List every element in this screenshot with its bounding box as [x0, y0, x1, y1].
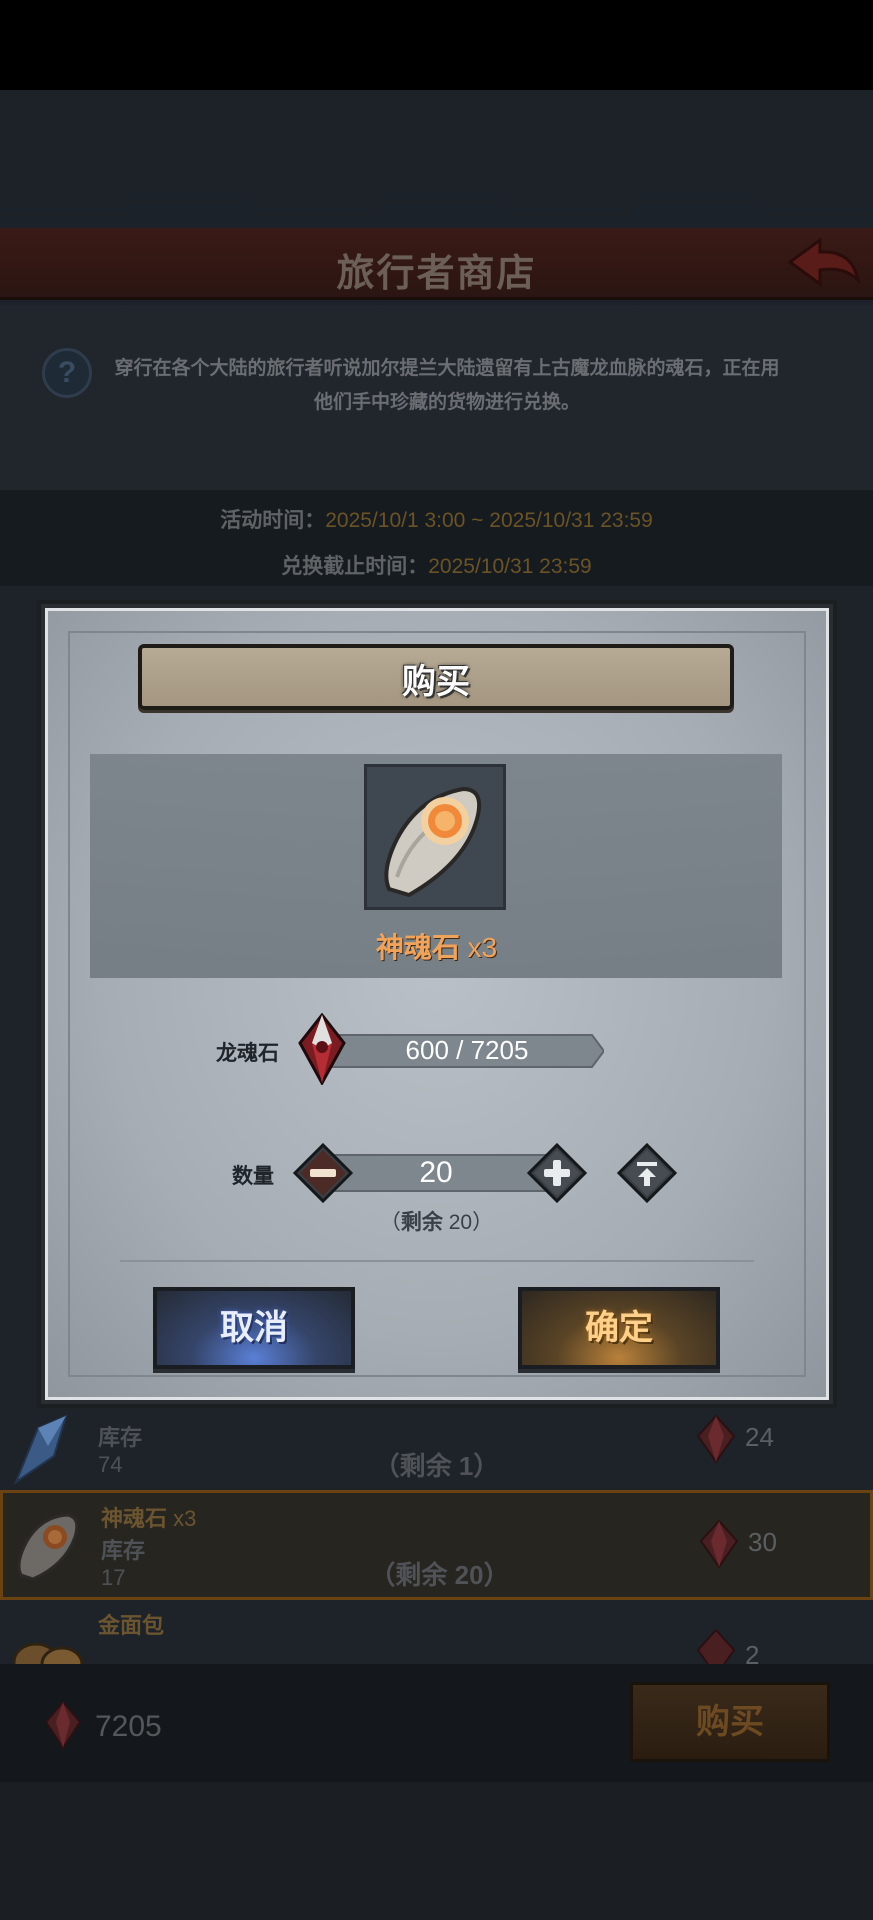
bread-icon: [12, 1642, 84, 1664]
max-icon[interactable]: [616, 1142, 678, 1204]
remaining-count: （剩余 20）: [379, 1211, 494, 1234]
page-title: 旅行者商店: [336, 253, 537, 295]
price: 24: [745, 1422, 774, 1452]
dialog-body: [41, 604, 833, 1404]
confirm-button[interactable]: 确定: [518, 1287, 720, 1369]
buy-button[interactable]: 购买: [630, 1682, 830, 1762]
red-crystal-icon: [696, 1414, 736, 1464]
status-bar: [0, 0, 873, 90]
dialog-frame: [68, 631, 806, 1377]
item-name: 金面包: [98, 1613, 165, 1638]
activity-time-label: 活动时间：: [220, 509, 326, 532]
exchange-deadline: 兑换截止时间：2025/10/31 23:59: [0, 550, 873, 580]
red-crystal-icon: [699, 1519, 739, 1569]
activity-time: 活动时间：2025/10/1 3:00 ~ 2025/10/31 23:59: [0, 504, 873, 534]
remain-count: （剩余 20）: [369, 1560, 510, 1590]
list-item[interactable]: 金面包 2: [0, 1606, 873, 1664]
quantity-label: 数量: [232, 1165, 274, 1188]
back-arrow-icon[interactable]: [786, 236, 862, 292]
minus-icon[interactable]: [292, 1142, 354, 1204]
price-value: 600 / 7205: [405, 1035, 529, 1065]
cancel-button[interactable]: 取消: [153, 1287, 355, 1369]
navigation-area: [0, 1782, 873, 1920]
remain-count: （剩余 1）: [373, 1451, 500, 1481]
plus-icon[interactable]: [526, 1142, 588, 1204]
divider: [120, 1260, 754, 1262]
red-crystal-icon: [44, 1700, 82, 1750]
question-icon[interactable]: ?: [42, 348, 92, 398]
exchange-deadline-label: 兑换截止时间：: [281, 555, 429, 578]
list-item-selected[interactable]: 神魂石 x3 库存 17 （剩余 20） 30: [0, 1490, 873, 1600]
item-name: 神魂石 x3: [375, 932, 498, 963]
dialog-title: 购买: [402, 663, 470, 701]
item-name: 神魂石 x3: [101, 1506, 197, 1531]
exchange-deadline-value: 2025/10/31 23:59: [428, 555, 592, 578]
currency-balance: 7205: [95, 1710, 162, 1743]
list-item[interactable]: 库存 74 （剩余 1） 24: [0, 1400, 873, 1504]
activity-time-value: 2025/10/1 3:00 ~ 2025/10/31 23:59: [325, 509, 653, 532]
item-slot[interactable]: [364, 764, 506, 910]
red-crystal-icon: [696, 1628, 736, 1664]
shop-description: 穿行在各个大陆的旅行者听说加尔提兰大陆遗留有上古魔龙血脉的魂石，正在用他们手中珍…: [114, 358, 780, 413]
price-label: 龙魂石: [216, 1042, 279, 1065]
price: 30: [748, 1527, 777, 1557]
price: 2: [745, 1640, 760, 1664]
soul-stone-icon: [384, 786, 482, 898]
